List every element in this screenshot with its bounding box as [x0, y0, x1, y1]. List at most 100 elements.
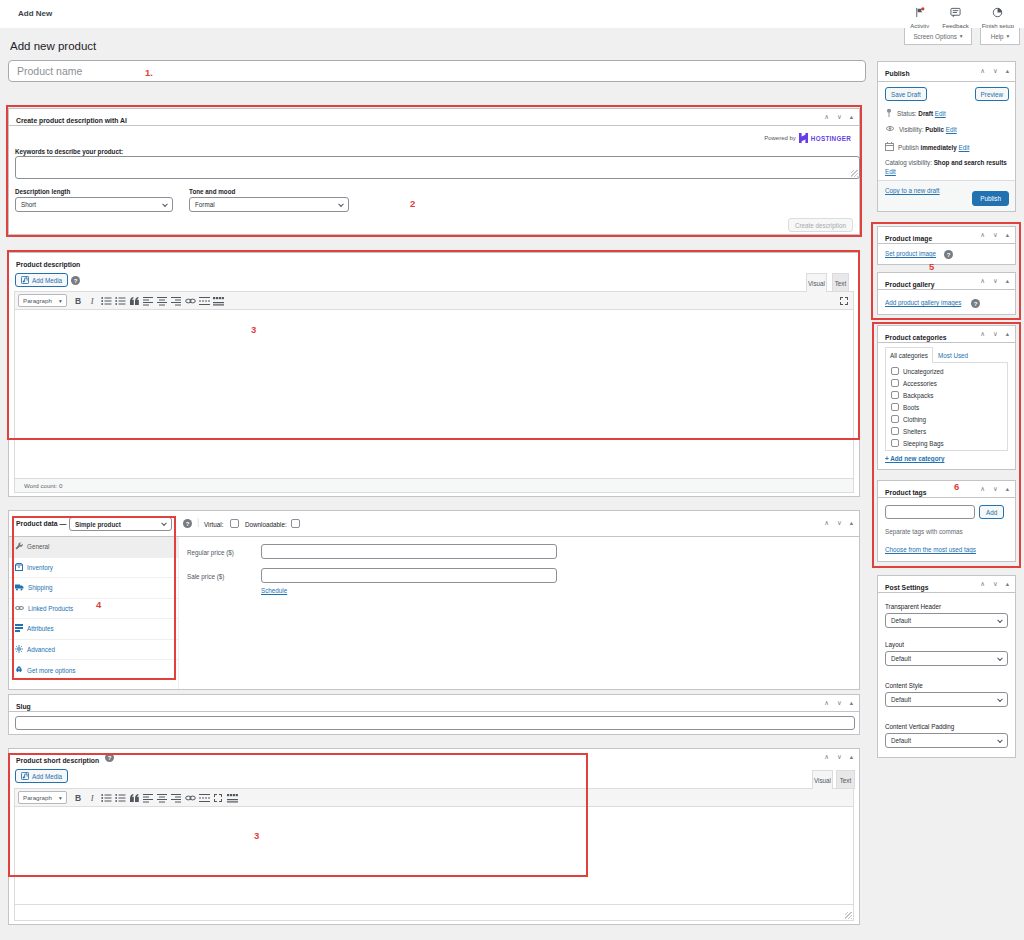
paragraph-select[interactable]: Paragraph▾ [18, 791, 67, 804]
category-checkbox[interactable] [891, 391, 899, 399]
regular-price-input[interactable] [261, 544, 557, 559]
edit-publish-time-link[interactable]: Edit [959, 144, 970, 151]
virtual-checkbox[interactable] [230, 519, 239, 528]
help-tab[interactable]: Help▾ [980, 28, 1020, 45]
toggle-panel-icon[interactable]: ▴ [850, 754, 853, 761]
resize-grip-icon[interactable] [851, 170, 858, 177]
move-down-icon[interactable]: ∨ [837, 700, 842, 707]
short-description-content[interactable] [15, 807, 853, 904]
slug-input[interactable] [15, 716, 855, 730]
tab-linked-products[interactable]: Linked Products [9, 599, 178, 620]
fullscreen-icon[interactable] [837, 294, 850, 307]
align-left-icon[interactable] [142, 294, 155, 307]
copy-draft-link[interactable]: Copy to a new draft [885, 187, 940, 194]
help-icon[interactable]: ? [944, 250, 953, 259]
tags-input[interactable] [885, 505, 975, 519]
align-center-icon[interactable] [156, 294, 169, 307]
save-draft-button[interactable]: Save Draft [885, 87, 927, 101]
transparent-header-select[interactable]: Default [885, 613, 1008, 628]
product-name-input[interactable] [8, 60, 866, 82]
toolbar-toggle-icon[interactable] [212, 294, 225, 307]
resize-grip-icon[interactable] [845, 912, 852, 919]
text-tab[interactable]: Text [832, 273, 849, 292]
bold-icon[interactable]: B [72, 294, 85, 307]
publish-button[interactable]: Publish [972, 191, 1009, 206]
move-down-icon[interactable]: ∨ [837, 114, 842, 121]
blockquote-icon[interactable] [128, 791, 141, 804]
keywords-textarea[interactable] [15, 156, 860, 179]
toggle-panel-icon[interactable]: ▴ [850, 520, 853, 527]
toggle-panel-icon[interactable]: ▴ [1006, 278, 1009, 285]
toggle-panel-icon[interactable]: ▴ [1006, 331, 1009, 338]
italic-icon[interactable]: I [86, 791, 99, 804]
product-type-select[interactable]: Simple product [69, 517, 172, 531]
edit-visibility-link[interactable]: Edit [946, 126, 957, 133]
tab-get-more-options[interactable]: Get more options [9, 660, 178, 681]
paragraph-select[interactable]: Paragraph▾ [18, 294, 67, 307]
add-new-category-link[interactable]: + Add new category [885, 455, 944, 462]
category-checkbox[interactable] [891, 403, 899, 411]
tab-inventory[interactable]: Inventory [9, 558, 178, 579]
schedule-link[interactable]: Schedule [261, 587, 287, 594]
add-media-button[interactable]: Add Media [15, 769, 68, 783]
visual-tab[interactable]: Visual [806, 273, 827, 292]
blockquote-icon[interactable] [128, 294, 141, 307]
bullet-list-icon[interactable] [100, 791, 113, 804]
all-categories-tab[interactable]: All categories [885, 347, 933, 363]
help-icon[interactable]: ? [183, 519, 192, 528]
content-vertical-padding-select[interactable]: Default [885, 733, 1008, 748]
move-up-icon[interactable]: ∧ [824, 520, 829, 527]
category-checkbox[interactable] [891, 367, 899, 375]
move-down-icon[interactable]: ∨ [993, 486, 998, 493]
toolbar-toggle-icon[interactable] [226, 791, 239, 804]
move-down-icon[interactable]: ∨ [837, 520, 842, 527]
tab-general[interactable]: General [9, 537, 178, 558]
toggle-panel-icon[interactable]: ▴ [1006, 581, 1009, 588]
toggle-panel-icon[interactable]: ▴ [1006, 68, 1009, 75]
tab-attributes[interactable]: Attributes [9, 619, 178, 640]
add-tag-button[interactable]: Add [979, 505, 1004, 519]
tab-shipping[interactable]: Shipping [9, 578, 178, 599]
toggle-panel-icon[interactable]: ▴ [850, 700, 853, 707]
read-more-icon[interactable] [198, 294, 211, 307]
move-up-icon[interactable]: ∧ [824, 700, 829, 707]
fullscreen-icon[interactable] [212, 791, 225, 804]
move-up-icon[interactable]: ∧ [980, 486, 985, 493]
add-media-button[interactable]: Add Media [15, 273, 68, 287]
move-down-icon[interactable]: ∨ [993, 68, 998, 75]
add-gallery-images-link[interactable]: Add product gallery images [885, 299, 961, 306]
category-checkbox[interactable] [891, 415, 899, 423]
content-style-select[interactable]: Default [885, 692, 1008, 707]
read-more-icon[interactable] [198, 791, 211, 804]
help-icon[interactable]: ? [971, 299, 980, 308]
move-up-icon[interactable]: ∧ [824, 754, 829, 761]
numbered-list-icon[interactable] [114, 294, 127, 307]
preview-button[interactable]: Preview [975, 87, 1009, 101]
activity-button[interactable]: Activity [910, 4, 929, 29]
category-checkbox[interactable] [891, 439, 899, 447]
description-editor-content[interactable] [15, 310, 853, 478]
edit-status-link[interactable]: Edit [935, 110, 946, 117]
set-product-image-link[interactable]: Set product image [885, 250, 936, 257]
feedback-button[interactable]: Feedback [942, 4, 968, 29]
link-icon[interactable] [184, 791, 197, 804]
align-center-icon[interactable] [156, 791, 169, 804]
finish-setup-button[interactable]: Finish setup [982, 4, 1014, 29]
bold-icon[interactable]: B [72, 791, 85, 804]
toggle-panel-icon[interactable]: ▴ [1006, 486, 1009, 493]
move-down-icon[interactable]: ∨ [993, 331, 998, 338]
bullet-list-icon[interactable] [100, 294, 113, 307]
choose-tags-link[interactable]: Choose from the most used tags [885, 546, 976, 553]
move-down-icon[interactable]: ∨ [993, 232, 998, 239]
category-checkbox[interactable] [891, 379, 899, 387]
category-checkbox[interactable] [891, 427, 899, 435]
numbered-list-icon[interactable] [114, 791, 127, 804]
visual-tab[interactable]: Visual [812, 770, 833, 789]
move-up-icon[interactable]: ∧ [980, 581, 985, 588]
toggle-panel-icon[interactable]: ▴ [1006, 232, 1009, 239]
toggle-panel-icon[interactable]: ▴ [850, 114, 853, 121]
sale-price-input[interactable] [261, 568, 557, 583]
text-tab[interactable]: Text [836, 770, 855, 789]
align-right-icon[interactable] [170, 294, 183, 307]
screen-options-tab[interactable]: Screen Options▾ [904, 28, 972, 45]
